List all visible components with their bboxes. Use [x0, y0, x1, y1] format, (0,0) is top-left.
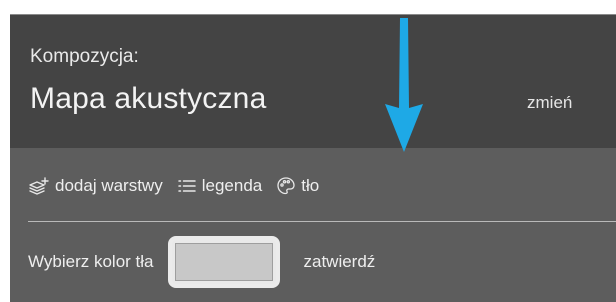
layers-plus-icon [28, 177, 50, 195]
confirm-button[interactable]: zatwierdź [304, 252, 376, 272]
background-label: tło [301, 176, 320, 195]
composition-toolbar: dodaj warstwy legenda tło [28, 172, 319, 200]
color-swatch [174, 243, 273, 281]
change-composition-link[interactable]: zmień [527, 93, 572, 113]
background-button[interactable]: tło [276, 176, 319, 196]
header-top-border [10, 14, 616, 15]
add-layers-label: dodaj warstwy [55, 176, 163, 195]
legend-button[interactable]: legenda [177, 176, 263, 196]
choose-color-label: Wybierz kolor tła [28, 252, 154, 271]
add-layers-button[interactable]: dodaj warstwy [28, 176, 163, 196]
composition-title: Mapa akustyczna [30, 82, 267, 115]
legend-label: legenda [201, 176, 263, 195]
background-color-picker[interactable] [167, 236, 280, 288]
palette-icon [276, 176, 296, 196]
composition-label: Kompozycja: [30, 46, 139, 67]
list-icon [177, 178, 197, 194]
toolbar-divider [28, 221, 616, 222]
composition-panel: Kompozycja: Mapa akustyczna zmień dodaj … [10, 14, 616, 302]
composition-header: Kompozycja: Mapa akustyczna zmień [10, 14, 616, 148]
annotation-arrow [378, 16, 430, 154]
background-color-row: Wybierz kolor tła zatwierdź [28, 234, 375, 290]
